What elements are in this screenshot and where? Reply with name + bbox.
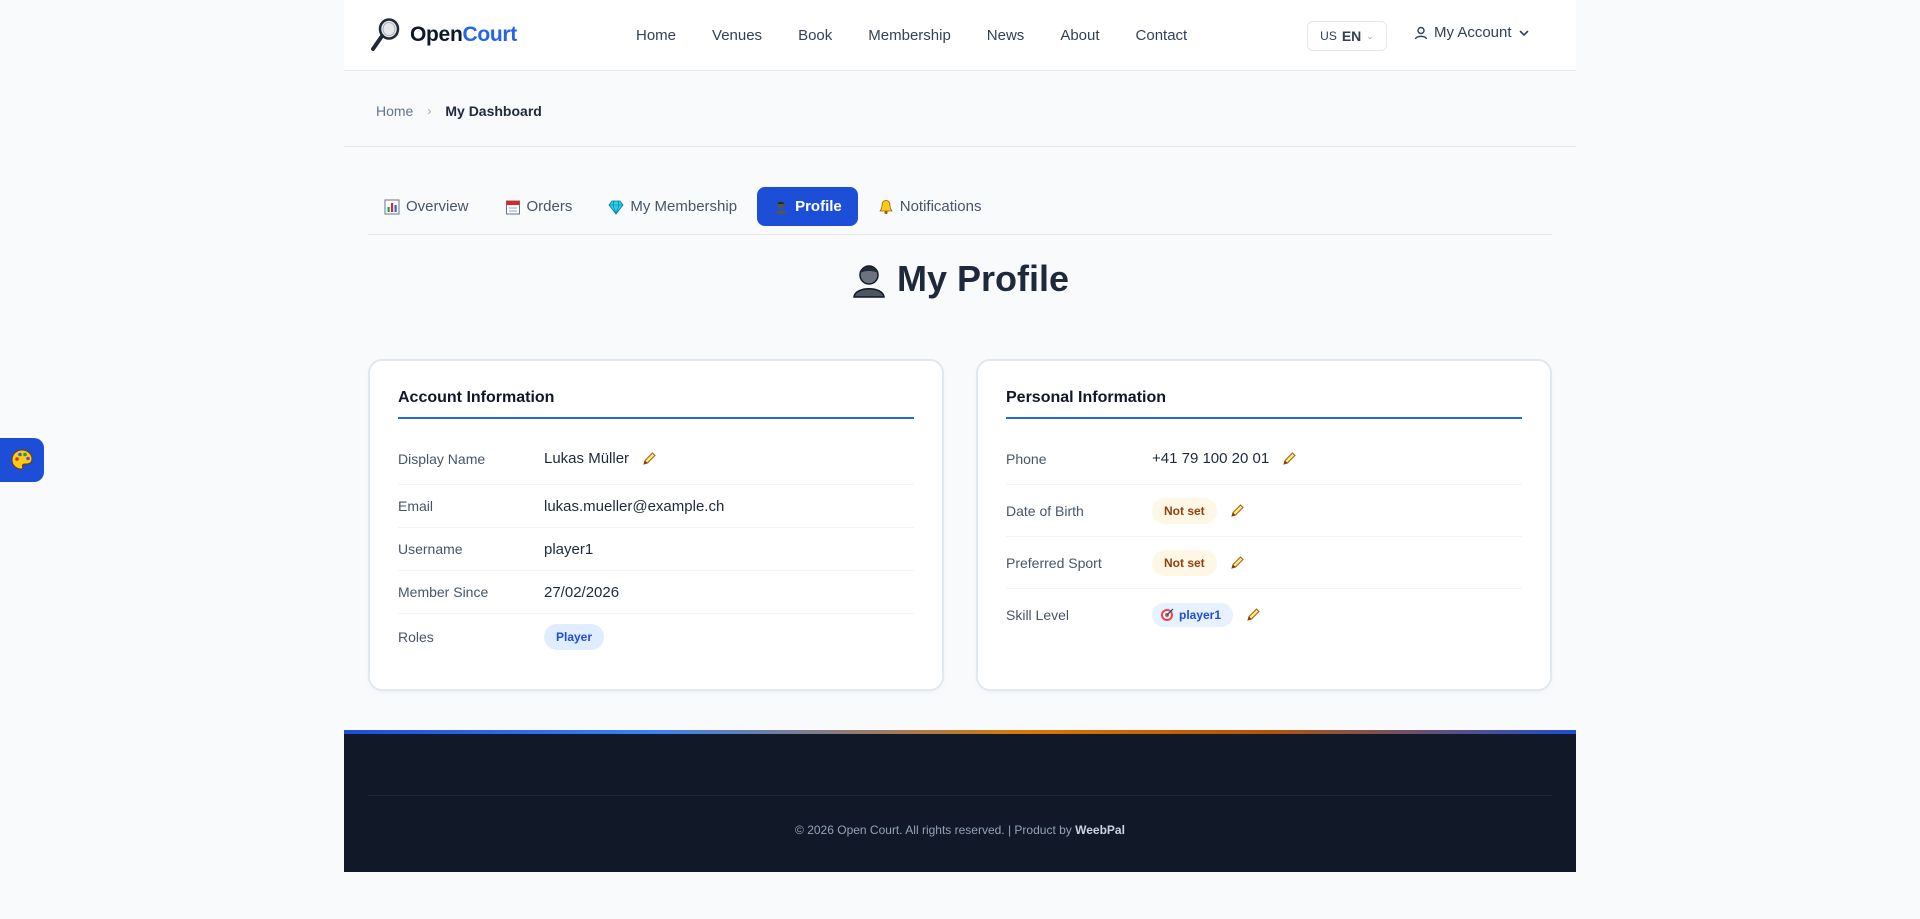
tab-overview[interactable]: Overview — [368, 187, 485, 226]
card-title: Personal Information — [1006, 389, 1522, 419]
card-title: Account Information — [398, 389, 914, 419]
nav-news[interactable]: News — [987, 27, 1025, 44]
page-title-text: My Profile — [896, 258, 1070, 299]
row-value: +41 79 100 20 01 — [1152, 450, 1297, 467]
chevron-right-icon: › — [427, 103, 432, 118]
pencil-edit-icon[interactable] — [1245, 607, 1261, 623]
site-header: OpenCourt Home Venues Book Membership Ne… — [344, 0, 1576, 71]
footer-stripe — [344, 730, 1576, 734]
tab-orders[interactable]: Orders — [489, 187, 589, 226]
row-date-of-birth: Date of Birth Not set — [1006, 485, 1522, 537]
row-preferred-sport: Preferred Sport Not set — [1006, 537, 1522, 589]
nav-about[interactable]: About — [1060, 27, 1099, 44]
breadcrumb-home[interactable]: Home — [376, 103, 413, 119]
nav-venues[interactable]: Venues — [712, 27, 762, 44]
email-value: lukas.mueller@example.ch — [544, 497, 725, 515]
my-account-menu[interactable]: My Account — [1414, 24, 1530, 41]
nav-membership[interactable]: Membership — [868, 27, 951, 44]
logo[interactable]: OpenCourt — [370, 18, 517, 52]
main-nav: Home Venues Book Membership News About C… — [636, 0, 1223, 71]
page-title: My Profile — [344, 258, 1576, 300]
row-value: Lukas Müller — [544, 450, 657, 467]
tab-label: Overview — [406, 198, 469, 215]
row-member-since: Member Since 27/02/2026 — [398, 571, 914, 614]
not-set-badge: Not set — [1152, 497, 1217, 524]
breadcrumb-current: My Dashboard — [445, 102, 542, 119]
account-information-card: Account Information Display Name Lukas M… — [368, 359, 944, 691]
racket-logo-icon — [371, 18, 400, 51]
member-since-value: 27/02/2026 — [544, 583, 620, 601]
phone-value: +41 79 100 20 01 — [1152, 450, 1270, 467]
theme-palette-button[interactable] — [0, 438, 44, 482]
dashboard-tabs: Overview Orders My Membership Profile No… — [368, 187, 1552, 235]
language-code: EN — [1341, 28, 1362, 44]
row-label: Member Since — [398, 584, 489, 600]
site-footer: © 2026 Open Court. All rights reserved. … — [344, 730, 1576, 872]
skill-level-badge: player1 — [1152, 603, 1234, 627]
tab-label: Orders — [526, 198, 573, 215]
tab-profile[interactable]: Profile — [757, 187, 858, 226]
username-value: player1 — [544, 540, 594, 558]
flag-us: US — [1320, 29, 1337, 43]
row-value: player1 — [1152, 603, 1261, 627]
pencil-edit-icon[interactable] — [1229, 555, 1245, 571]
row-skill-level: Skill Level player1 — [1006, 589, 1522, 641]
calendar-icon — [505, 200, 520, 214]
row-label: Phone — [1006, 450, 1047, 467]
row-value: Not set — [1152, 497, 1245, 524]
chevron-down-icon: ⌄ — [1366, 30, 1374, 41]
tab-my-membership[interactable]: My Membership — [592, 187, 753, 226]
footer-divider — [368, 795, 1552, 796]
person-icon — [775, 200, 788, 214]
row-label: Date of Birth — [1006, 502, 1084, 519]
pencil-edit-icon[interactable] — [1229, 503, 1245, 519]
row-label: Roles — [398, 629, 434, 645]
tab-label: Notifications — [899, 198, 982, 215]
row-label: Skill Level — [1006, 607, 1070, 623]
row-label: Preferred Sport — [1006, 554, 1102, 571]
row-username: Username player1 — [398, 528, 914, 571]
page: OpenCourt Home Venues Book Membership Ne… — [344, 0, 1576, 872]
gem-icon — [608, 200, 624, 215]
tab-label: Profile — [795, 198, 842, 215]
footer-brand-link[interactable]: WeebPal — [1075, 823, 1125, 837]
pencil-edit-icon[interactable] — [1281, 451, 1297, 467]
not-set-badge: Not set — [1152, 549, 1217, 576]
my-account-label: My Account — [1434, 24, 1512, 41]
row-display-name: Display Name Lukas Müller — [398, 433, 914, 485]
breadcrumb: Home › My Dashboard — [344, 71, 1576, 147]
tab-notifications[interactable]: Notifications — [862, 187, 998, 226]
row-label: Username — [398, 541, 463, 557]
row-roles: Roles Player — [398, 614, 914, 660]
copyright-text: © 2026 Open Court. All rights reserved. … — [795, 823, 1072, 837]
bar-chart-icon — [384, 199, 400, 214]
palette-icon — [11, 449, 33, 470]
person-icon — [853, 265, 885, 298]
pencil-edit-icon[interactable] — [641, 451, 657, 467]
target-icon — [1161, 608, 1174, 621]
nav-home[interactable]: Home — [636, 27, 676, 44]
role-badge: Player — [544, 624, 605, 650]
row-phone: Phone +41 79 100 20 01 — [1006, 433, 1522, 485]
row-value: Not set — [1152, 549, 1245, 576]
logo-text: OpenCourt — [410, 23, 517, 46]
row-label: Display Name — [398, 450, 486, 467]
tab-label: My Membership — [630, 198, 738, 215]
bell-icon — [879, 199, 893, 214]
chevron-down-icon — [1519, 30, 1528, 36]
row-value: Player — [544, 624, 605, 650]
footer-copyright: © 2026 Open Court. All rights reserved. … — [344, 823, 1576, 837]
user-icon — [1414, 26, 1428, 39]
display-name-value: Lukas Müller — [544, 450, 630, 467]
row-label: Email — [398, 498, 434, 514]
row-email: Email lukas.mueller@example.ch — [398, 485, 914, 528]
nav-book[interactable]: Book — [798, 27, 832, 44]
personal-information-card: Personal Information Phone +41 79 100 20… — [976, 359, 1552, 691]
language-selector[interactable]: US EN ⌄ — [1307, 21, 1387, 51]
skill-level-value: player1 — [1179, 608, 1222, 622]
nav-contact[interactable]: Contact — [1136, 27, 1188, 44]
